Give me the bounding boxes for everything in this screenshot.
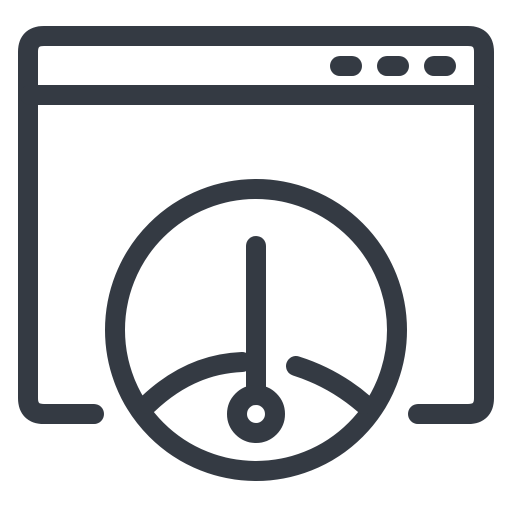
- gauge-scale-arc-left: [138, 352, 252, 414]
- icon-strokes: [18, 26, 494, 481]
- gauge-pivot-icon: [227, 385, 285, 443]
- icon-canvas: [0, 0, 512, 512]
- gauge-scale-arc-right: [286, 356, 374, 414]
- browser-window-speedometer-icon: [18, 26, 494, 481]
